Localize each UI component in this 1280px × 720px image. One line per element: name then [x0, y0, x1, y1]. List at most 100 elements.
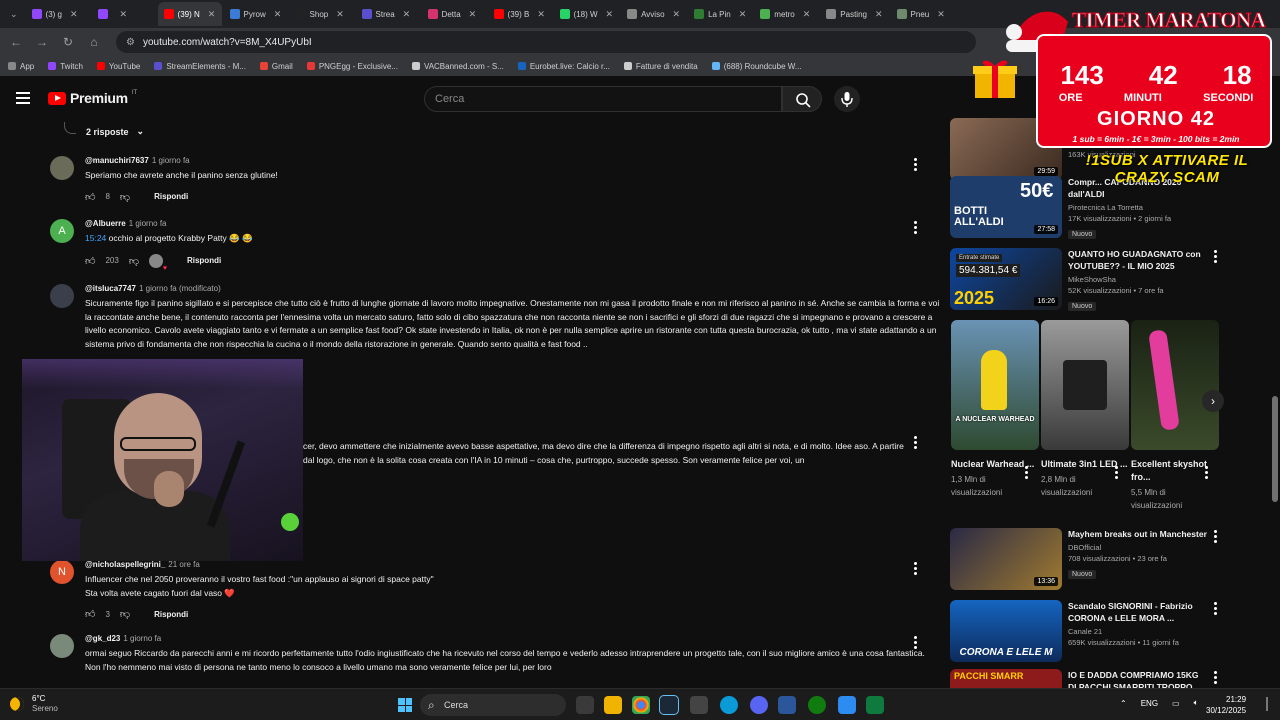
browser-tab[interactable]: Pyrow ✕ [224, 2, 288, 26]
browser-tab[interactable]: Shop ✕ [290, 2, 354, 26]
close-icon[interactable]: ✕ [875, 9, 883, 20]
dislike-icon[interactable]: 👎︎ [120, 608, 130, 620]
browser-tab[interactable]: La Pin ✕ [688, 2, 752, 26]
reload-icon[interactable]: ↻ [60, 35, 76, 49]
video-title[interactable]: IO E DADDA COMPRIAMO 15KG DI PACCHI SMAR… [1068, 669, 1208, 688]
more-actions-icon[interactable] [914, 221, 918, 235]
video-channel[interactable]: Pirotecnica La Torretta [1068, 203, 1208, 212]
more-actions-icon[interactable] [914, 636, 918, 650]
comment-time[interactable]: 1 giorno fa [152, 156, 190, 165]
comment-time[interactable]: 1 giorno fa [123, 634, 161, 643]
video-channel[interactable]: Canale 21 [1068, 627, 1208, 636]
youtube-premium-logo[interactable]: Premium IT [48, 90, 137, 106]
close-icon[interactable]: ✕ [537, 9, 545, 20]
task-view-icon[interactable] [576, 696, 594, 714]
bookmark-item[interactable]: Fatture di vendita [623, 62, 698, 71]
chevron-up-icon[interactable]: ⌃ [1120, 699, 1127, 708]
short-thumbnail[interactable] [1131, 320, 1219, 450]
browser-tab[interactable]: Pasting ✕ [820, 2, 888, 26]
app-icon[interactable] [690, 696, 708, 714]
close-icon[interactable]: ✕ [70, 9, 78, 20]
taskbar-clock[interactable]: 21:29 30/12/2025 [1206, 694, 1246, 716]
browser-tab[interactable]: Strea ✕ [356, 2, 420, 26]
like-icon[interactable]: 👍︎ [85, 191, 95, 203]
like-icon[interactable]: 👍︎ [85, 255, 95, 267]
close-icon[interactable]: ✕ [208, 9, 216, 20]
search-button[interactable] [782, 86, 822, 112]
video-thumbnail[interactable]: 13:36 [950, 528, 1062, 590]
video-thumbnail[interactable]: Entrate stimate 594.381,54 € 2025 16:26 [950, 248, 1062, 310]
url-field[interactable]: ⚙ youtube.com/watch?v=8M_X4UPyUbI [116, 31, 976, 53]
close-icon[interactable]: ✕ [739, 9, 747, 20]
recommended-video[interactable]: PACCHI SMARR IO E DADDA COMPRIAMO 15KG D… [950, 669, 1220, 688]
bookmark-item[interactable]: Gmail [259, 62, 293, 71]
browser-tab[interactable]: (3) g ✕ [26, 2, 90, 26]
video-title[interactable]: Scandalo SIGNORINI - Fabrizio CORONA e L… [1068, 600, 1208, 624]
more-actions-icon[interactable] [914, 436, 918, 450]
browser-tab[interactable]: ✕ [92, 2, 156, 26]
more-actions-icon[interactable] [1214, 602, 1218, 616]
more-actions-icon[interactable] [1214, 250, 1218, 264]
comment-author[interactable]: @gk_d23 [85, 634, 120, 643]
browser-app-icon[interactable] [720, 696, 738, 714]
video-thumbnail[interactable]: PACCHI SMARR [950, 669, 1062, 688]
scrollbar-thumb[interactable] [1272, 396, 1278, 502]
taskbar-search[interactable]: Cerca [420, 694, 566, 716]
dislike-icon[interactable]: 👎︎ [129, 255, 139, 267]
windows-start-icon[interactable] [398, 698, 412, 712]
bookmark-item[interactable]: (688) Roundcube W... [711, 62, 802, 71]
avatar[interactable]: A [50, 219, 74, 243]
short-thumbnail[interactable] [1041, 320, 1129, 450]
weather-widget[interactable]: 6°C Sereno [10, 694, 58, 714]
voice-search-button[interactable] [834, 86, 860, 112]
home-icon[interactable]: ⌂ [86, 35, 102, 49]
more-actions-icon[interactable] [1205, 466, 1209, 480]
comment-author[interactable]: @itsluca7747 [85, 284, 136, 293]
comment-author[interactable]: @nicholaspellegrini_ [85, 560, 165, 569]
reply-button[interactable]: Rispondi [154, 610, 188, 619]
xbox-icon[interactable] [808, 696, 826, 714]
bookmark-item[interactable]: Eurobet.live: Calcio r... [517, 62, 610, 71]
replies-toggle-button[interactable]: 2 risposte ⌄ [86, 126, 144, 137]
close-icon[interactable]: ✕ [403, 9, 411, 20]
video-title[interactable]: Mayhem breaks out in Manchester [1068, 528, 1208, 540]
chrome-icon[interactable] [632, 696, 650, 714]
short-thumbnail[interactable]: A NUCLEAR WARHEAD [951, 320, 1039, 450]
close-icon[interactable]: ✕ [469, 9, 477, 20]
close-icon[interactable]: ✕ [336, 9, 344, 20]
browser-tab[interactable]: (39) B ✕ [488, 2, 552, 26]
bookmark-item[interactable]: PNGEgg - Exclusive... [306, 62, 398, 71]
more-actions-icon[interactable] [1115, 466, 1119, 480]
close-icon[interactable]: ✕ [673, 9, 681, 20]
steam-icon[interactable] [659, 695, 679, 715]
language-indicator[interactable]: ENG [1141, 699, 1158, 708]
page-scrollbar[interactable] [1272, 122, 1278, 682]
forward-icon[interactable]: → [34, 35, 50, 49]
browser-tab[interactable]: Avviso ✕ [621, 2, 686, 26]
recommended-video[interactable]: Entrate stimate 594.381,54 € 2025 16:26 … [950, 248, 1220, 311]
comment-author[interactable]: @Albuerre [85, 219, 126, 228]
comment-author[interactable]: @manuchiri7637 [85, 156, 149, 165]
more-actions-icon[interactable] [914, 158, 918, 172]
spreadsheet-icon[interactable] [866, 696, 884, 714]
bookmark-item[interactable]: App [8, 62, 34, 71]
site-info-icon[interactable]: ⚙ [126, 37, 135, 48]
back-icon[interactable]: ← [8, 35, 24, 49]
bookmark-item[interactable]: Twitch [48, 62, 83, 71]
timestamp-link[interactable]: 15:24 [85, 233, 106, 243]
more-actions-icon[interactable] [1214, 671, 1218, 685]
show-desktop-button[interactable] [1266, 697, 1268, 711]
browser-tab[interactable]: Pneu ✕ [891, 2, 955, 26]
video-thumbnail[interactable]: BOTTI ALL'ALDI 50€ 27:58 [950, 176, 1062, 238]
more-actions-icon[interactable] [1214, 530, 1218, 544]
file-explorer-icon[interactable] [604, 696, 622, 714]
avatar[interactable]: N [50, 560, 74, 584]
discord-icon[interactable] [750, 696, 768, 714]
avatar[interactable] [50, 634, 74, 658]
browser-tab[interactable]: Detta ✕ [422, 2, 486, 26]
dislike-icon[interactable]: 👎︎ [120, 191, 130, 203]
video-thumbnail[interactable]: CORONA E LELE M [950, 600, 1062, 662]
volume-icon[interactable]: 🔈︎ [1194, 698, 1199, 708]
bookmark-item[interactable]: VACBanned.com - S... [411, 62, 504, 71]
network-icon[interactable]: ▭ [1172, 699, 1180, 708]
